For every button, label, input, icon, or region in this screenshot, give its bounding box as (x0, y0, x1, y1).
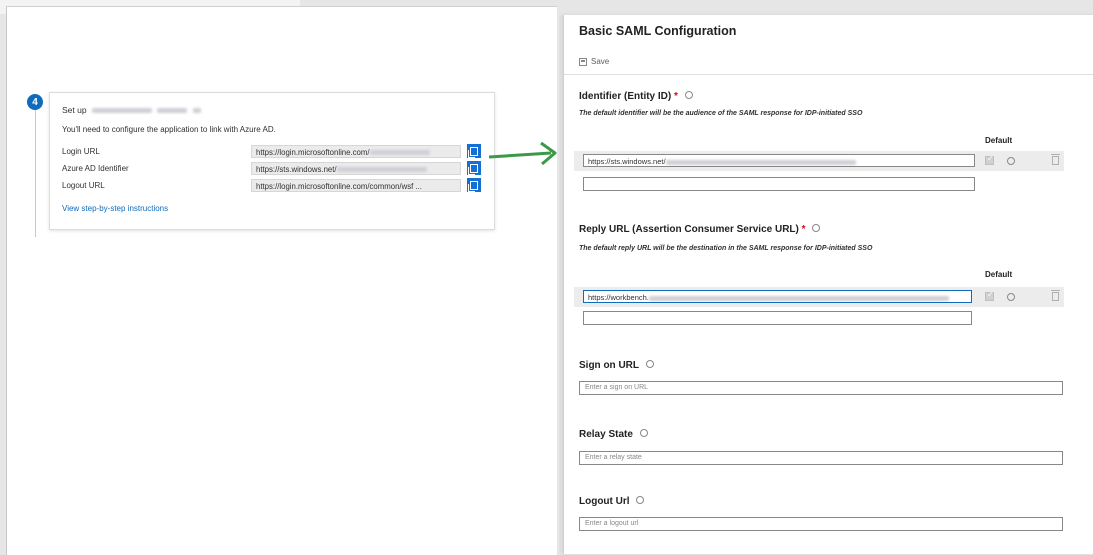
relay-state-title-text: Relay State (579, 429, 633, 440)
info-icon[interactable] (812, 224, 821, 233)
info-icon[interactable] (1007, 293, 1015, 301)
save-button[interactable]: Save (579, 57, 609, 66)
reply-url-default-checkbox[interactable] (985, 290, 994, 301)
copy-icon (468, 163, 478, 175)
copy-icon (468, 180, 478, 192)
view-instructions-link[interactable]: View step-by-step instructions (62, 204, 168, 213)
reply-url-section-title: Reply URL (Assertion Consumer Service UR… (579, 224, 821, 235)
setup-panel: 4 Set up You'll need to configure the ap… (6, 6, 557, 555)
step-connector-line (35, 107, 36, 237)
basic-saml-configuration-panel: Basic SAML Configuration Save Identifier… (563, 15, 1093, 554)
copy-logout-url-button[interactable] (467, 178, 481, 192)
logout-url-section-title: Logout Url (579, 496, 645, 507)
logout-url-label: Logout URL (62, 181, 105, 190)
save-label: Save (591, 57, 610, 66)
copy-login-url-button[interactable] (467, 144, 481, 158)
sign-on-url-title-text: Sign on URL (579, 360, 639, 371)
required-marker: * (801, 224, 806, 235)
reply-url-new-input[interactable] (583, 311, 972, 325)
redacted-app-name (91, 108, 152, 114)
redacted-tenant-id (336, 167, 427, 173)
sign-on-url-input[interactable]: Enter a sign on URL (579, 381, 1063, 395)
info-icon[interactable] (645, 360, 654, 369)
setup-card: Set up You'll need to configure the appl… (49, 92, 495, 230)
relay-state-input[interactable]: Enter a relay state (579, 451, 1063, 465)
logout-url-field[interactable]: https://login.microsoftonline.com/common… (251, 179, 461, 192)
redacted-identifier (665, 159, 856, 165)
redacted-app-name-suffix (157, 108, 188, 114)
redacted-app-name-number (192, 108, 201, 114)
reply-url-subtitle: The default reply URL will be the destin… (579, 245, 873, 252)
info-icon[interactable] (636, 496, 645, 505)
azure-ad-identifier-value: https://sts.windows.net/ (256, 165, 337, 174)
delete-icon[interactable] (1051, 290, 1060, 301)
relay-state-section-title: Relay State (579, 429, 648, 440)
reply-url-input[interactable]: https://workbench. (583, 290, 972, 303)
identifier-title-text: Identifier (Entity ID) (579, 91, 672, 102)
sign-on-url-section-title: Sign on URL (579, 360, 654, 371)
copy-icon (468, 146, 478, 158)
arrow-shaft (488, 151, 552, 159)
logout-url-input[interactable]: Enter a logout url (579, 517, 1063, 531)
toolbar-divider (564, 74, 1093, 75)
copy-azure-ad-identifier-button[interactable] (467, 161, 481, 175)
login-url-label: Login URL (62, 147, 100, 156)
info-icon[interactable] (639, 429, 648, 438)
redacted-reply-url (648, 295, 949, 301)
identifier-section-title: Identifier (Entity ID) * (579, 91, 693, 102)
panel-title: Basic SAML Configuration (579, 24, 737, 38)
delete-icon[interactable] (1051, 154, 1060, 165)
reply-url-title-text: Reply URL (Assertion Consumer Service UR… (579, 224, 799, 235)
identifier-input[interactable]: https://sts.windows.net/ (583, 154, 975, 167)
identifier-default-label: Default (985, 136, 1013, 145)
setup-title-prefix: Set up (62, 105, 87, 115)
azure-ad-identifier-label: Azure AD Identifier (62, 164, 129, 173)
required-marker: * (674, 91, 678, 102)
info-icon[interactable] (1007, 157, 1015, 165)
green-arrow (488, 141, 557, 166)
identifier-value: https://sts.windows.net/ (588, 157, 666, 166)
step-number-badge: 4 (27, 94, 43, 110)
logout-url-title-text: Logout Url (579, 496, 630, 507)
login-url-field[interactable]: https://login.microsoftonline.com/ (251, 145, 461, 158)
setup-card-title: Set up (62, 105, 201, 115)
setup-description: You'll need to configure the application… (62, 125, 276, 134)
redacted-tenant-id (369, 150, 430, 156)
save-icon (579, 57, 587, 66)
login-url-value: https://login.microsoftonline.com/ (256, 148, 370, 157)
identifier-new-input[interactable] (583, 177, 975, 191)
reply-url-value: https://workbench. (588, 293, 649, 302)
azure-ad-identifier-field[interactable]: https://sts.windows.net/ (251, 162, 461, 175)
reply-url-default-label: Default (985, 270, 1013, 279)
identifier-subtitle: The default identifier will be the audie… (579, 110, 863, 117)
identifier-default-checkbox[interactable] (985, 154, 994, 165)
info-icon[interactable] (684, 91, 693, 100)
